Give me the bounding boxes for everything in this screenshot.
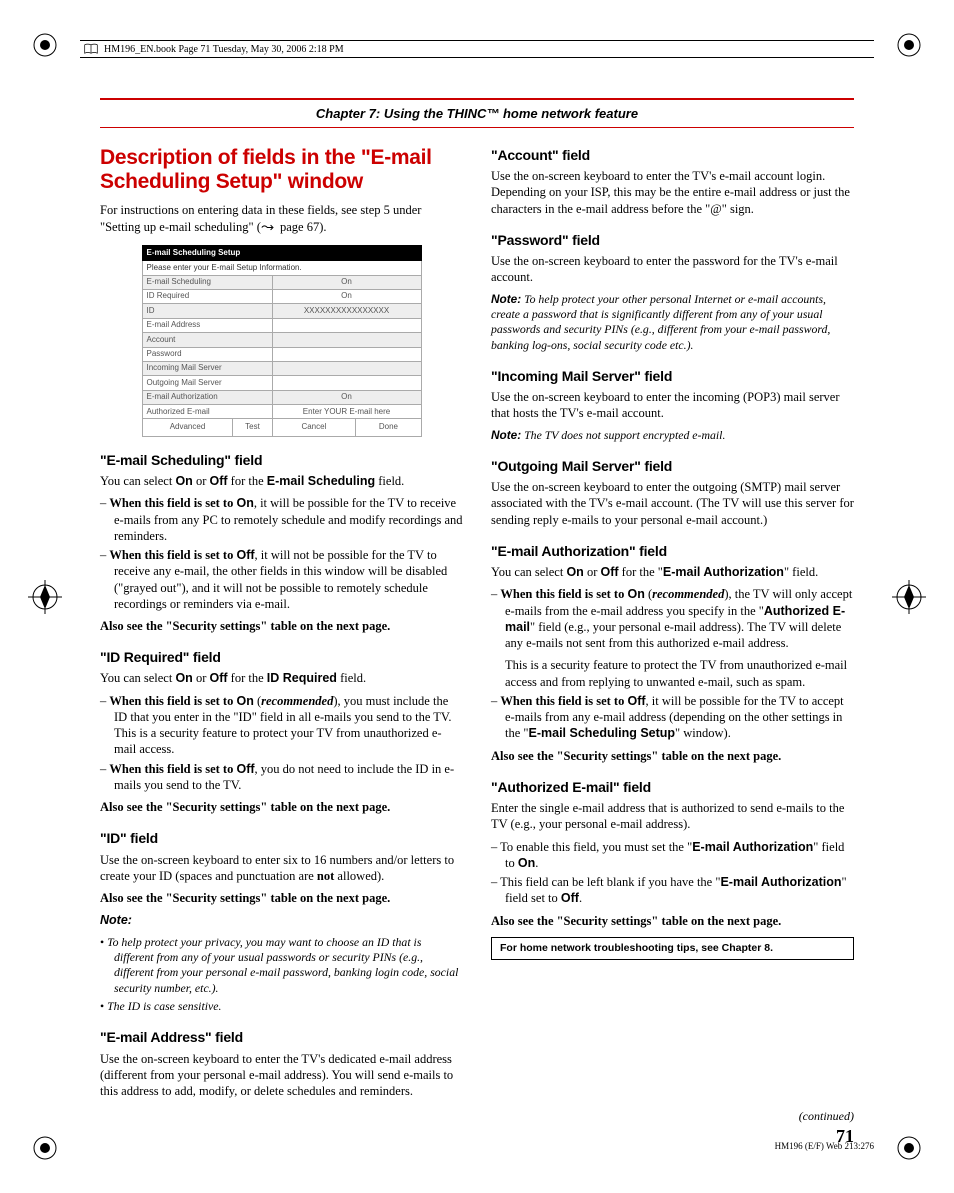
table-button: Cancel bbox=[272, 419, 356, 436]
note-text: Note: To help protect your other persona… bbox=[491, 292, 854, 353]
dash-list: To enable this field, you must set the "… bbox=[491, 839, 854, 907]
table-row-value: On bbox=[272, 275, 421, 289]
list-item: This field can be left blank if you have… bbox=[491, 874, 854, 907]
section-heading: "ID Required" field bbox=[100, 648, 463, 666]
also-see: Also see the "Security settings" table o… bbox=[100, 890, 463, 906]
table-row-value bbox=[272, 318, 421, 332]
list-item: When this field is set to On (recommende… bbox=[491, 586, 854, 690]
table-row-label: Outgoing Mail Server bbox=[142, 376, 272, 390]
table-row-label: Password bbox=[142, 347, 272, 361]
registration-mark-icon bbox=[892, 580, 926, 614]
table-button: Test bbox=[233, 419, 272, 436]
body-text: Use the on-screen keyboard to enter six … bbox=[100, 852, 463, 885]
list-item: When this field is set to Off, it will b… bbox=[491, 693, 854, 742]
list-item: The ID is case sensitive. bbox=[100, 999, 463, 1014]
list-item: When this field is set to Off, you do no… bbox=[100, 761, 463, 794]
book-header-text: HM196_EN.book Page 71 Tuesday, May 30, 2… bbox=[104, 44, 344, 55]
page-number: 71 bbox=[80, 1126, 854, 1147]
also-see: Also see the "Security settings" table o… bbox=[491, 748, 854, 764]
table-row-label: Account bbox=[142, 333, 272, 347]
note-text: Note: The TV does not support encrypted … bbox=[491, 428, 854, 443]
table-button: Done bbox=[356, 419, 421, 436]
bullet-list: To help protect your privacy, you may wa… bbox=[100, 935, 463, 1015]
table-row-value bbox=[272, 347, 421, 361]
body-text: Use the on-screen keyboard to enter the … bbox=[491, 168, 854, 217]
list-item-extra: This is a security feature to protect th… bbox=[505, 657, 854, 690]
dash-list: When this field is set to On (recommende… bbox=[491, 586, 854, 741]
content-columns: Description of fields in the "E-mail Sch… bbox=[100, 146, 854, 1105]
table-row-value bbox=[272, 376, 421, 390]
registration-mark-icon bbox=[28, 580, 62, 614]
table-instruction: Please enter your E-mail Setup Informati… bbox=[142, 261, 421, 275]
table-button: Advanced bbox=[142, 419, 233, 436]
table-row-label: E-mail Address bbox=[142, 318, 272, 332]
body-text: You can select On or Off for the E-mail … bbox=[100, 473, 463, 489]
intro-paragraph: For instructions on entering data in the… bbox=[100, 202, 463, 237]
body-text: Use the on-screen keyboard to enter the … bbox=[491, 479, 854, 528]
left-column: Description of fields in the "E-mail Sch… bbox=[100, 146, 463, 1105]
table-row-label: Incoming Mail Server bbox=[142, 361, 272, 375]
table-row-label: ID Required bbox=[142, 289, 272, 303]
list-item: To help protect your privacy, you may wa… bbox=[100, 935, 463, 996]
table-row-value: XXXXXXXXXXXXXXXX bbox=[272, 304, 421, 318]
also-see: Also see the "Security settings" table o… bbox=[100, 799, 463, 815]
table-title: E-mail Scheduling Setup bbox=[142, 245, 421, 260]
table-row-value: On bbox=[272, 289, 421, 303]
section-heading: "ID" field bbox=[100, 829, 463, 847]
registration-mark-icon bbox=[28, 1131, 62, 1165]
also-see: Also see the "Security settings" table o… bbox=[491, 913, 854, 929]
body-text: Use the on-screen keyboard to enter the … bbox=[491, 253, 854, 286]
registration-mark-icon bbox=[28, 28, 62, 62]
registration-mark-icon bbox=[892, 28, 926, 62]
table-row-value: On bbox=[272, 390, 421, 404]
list-item: When this field is set to Off, it will n… bbox=[100, 547, 463, 612]
tip-box: For home network troubleshooting tips, s… bbox=[491, 937, 854, 961]
book-header: HM196_EN.book Page 71 Tuesday, May 30, 2… bbox=[80, 40, 874, 58]
body-text: You can select On or Off for the ID Requ… bbox=[100, 670, 463, 686]
pointer-icon bbox=[261, 221, 277, 237]
dash-list: When this field is set to On (recommende… bbox=[100, 693, 463, 794]
body-text: Use the on-screen keyboard to enter the … bbox=[100, 1051, 463, 1100]
section-heading: "Outgoing Mail Server" field bbox=[491, 457, 854, 475]
table-row-label: Authorized E-mail bbox=[142, 405, 272, 419]
table-row-label: E-mail Authorization bbox=[142, 390, 272, 404]
body-text: Use the on-screen keyboard to enter the … bbox=[491, 389, 854, 422]
also-see: Also see the "Security settings" table o… bbox=[100, 618, 463, 634]
body-text: You can select On or Off for the "E-mail… bbox=[491, 564, 854, 580]
table-row-label: E-mail Scheduling bbox=[142, 275, 272, 289]
note-label: Note: bbox=[100, 912, 463, 928]
body-text: Enter the single e-mail address that is … bbox=[491, 800, 854, 833]
section-heading: "E-mail Address" field bbox=[100, 1028, 463, 1046]
table-row-value: Enter YOUR E-mail here bbox=[272, 405, 421, 419]
page: HM196_EN.book Page 71 Tuesday, May 30, 2… bbox=[0, 0, 954, 1193]
footer-code: HM196 (E/F) Web 213:276 bbox=[775, 1141, 874, 1151]
table-row-value bbox=[272, 333, 421, 347]
section-heading: "E-mail Authorization" field bbox=[491, 542, 854, 560]
section-heading: "Account" field bbox=[491, 146, 854, 164]
continued-label: (continued) bbox=[80, 1109, 854, 1124]
main-title: Description of fields in the "E-mail Sch… bbox=[100, 146, 463, 194]
registration-mark-icon bbox=[892, 1131, 926, 1165]
chapter-header: Chapter 7: Using the THINC™ home network… bbox=[100, 98, 854, 128]
list-item: When this field is set to On (recommende… bbox=[100, 693, 463, 758]
list-item: To enable this field, you must set the "… bbox=[491, 839, 854, 872]
section-heading: "Authorized E-mail" field bbox=[491, 778, 854, 796]
table-row-label: ID bbox=[142, 304, 272, 318]
table-row-value bbox=[272, 361, 421, 375]
list-item: When this field is set to On, it will be… bbox=[100, 495, 463, 544]
book-icon bbox=[84, 43, 98, 55]
section-heading: "E-mail Scheduling" field bbox=[100, 451, 463, 469]
dash-list: When this field is set to On, it will be… bbox=[100, 495, 463, 612]
right-column: "Account" field Use the on-screen keyboa… bbox=[491, 146, 854, 1105]
section-heading: "Incoming Mail Server" field bbox=[491, 367, 854, 385]
email-setup-table: E-mail Scheduling Setup Please enter you… bbox=[142, 245, 422, 437]
section-heading: "Password" field bbox=[491, 231, 854, 249]
